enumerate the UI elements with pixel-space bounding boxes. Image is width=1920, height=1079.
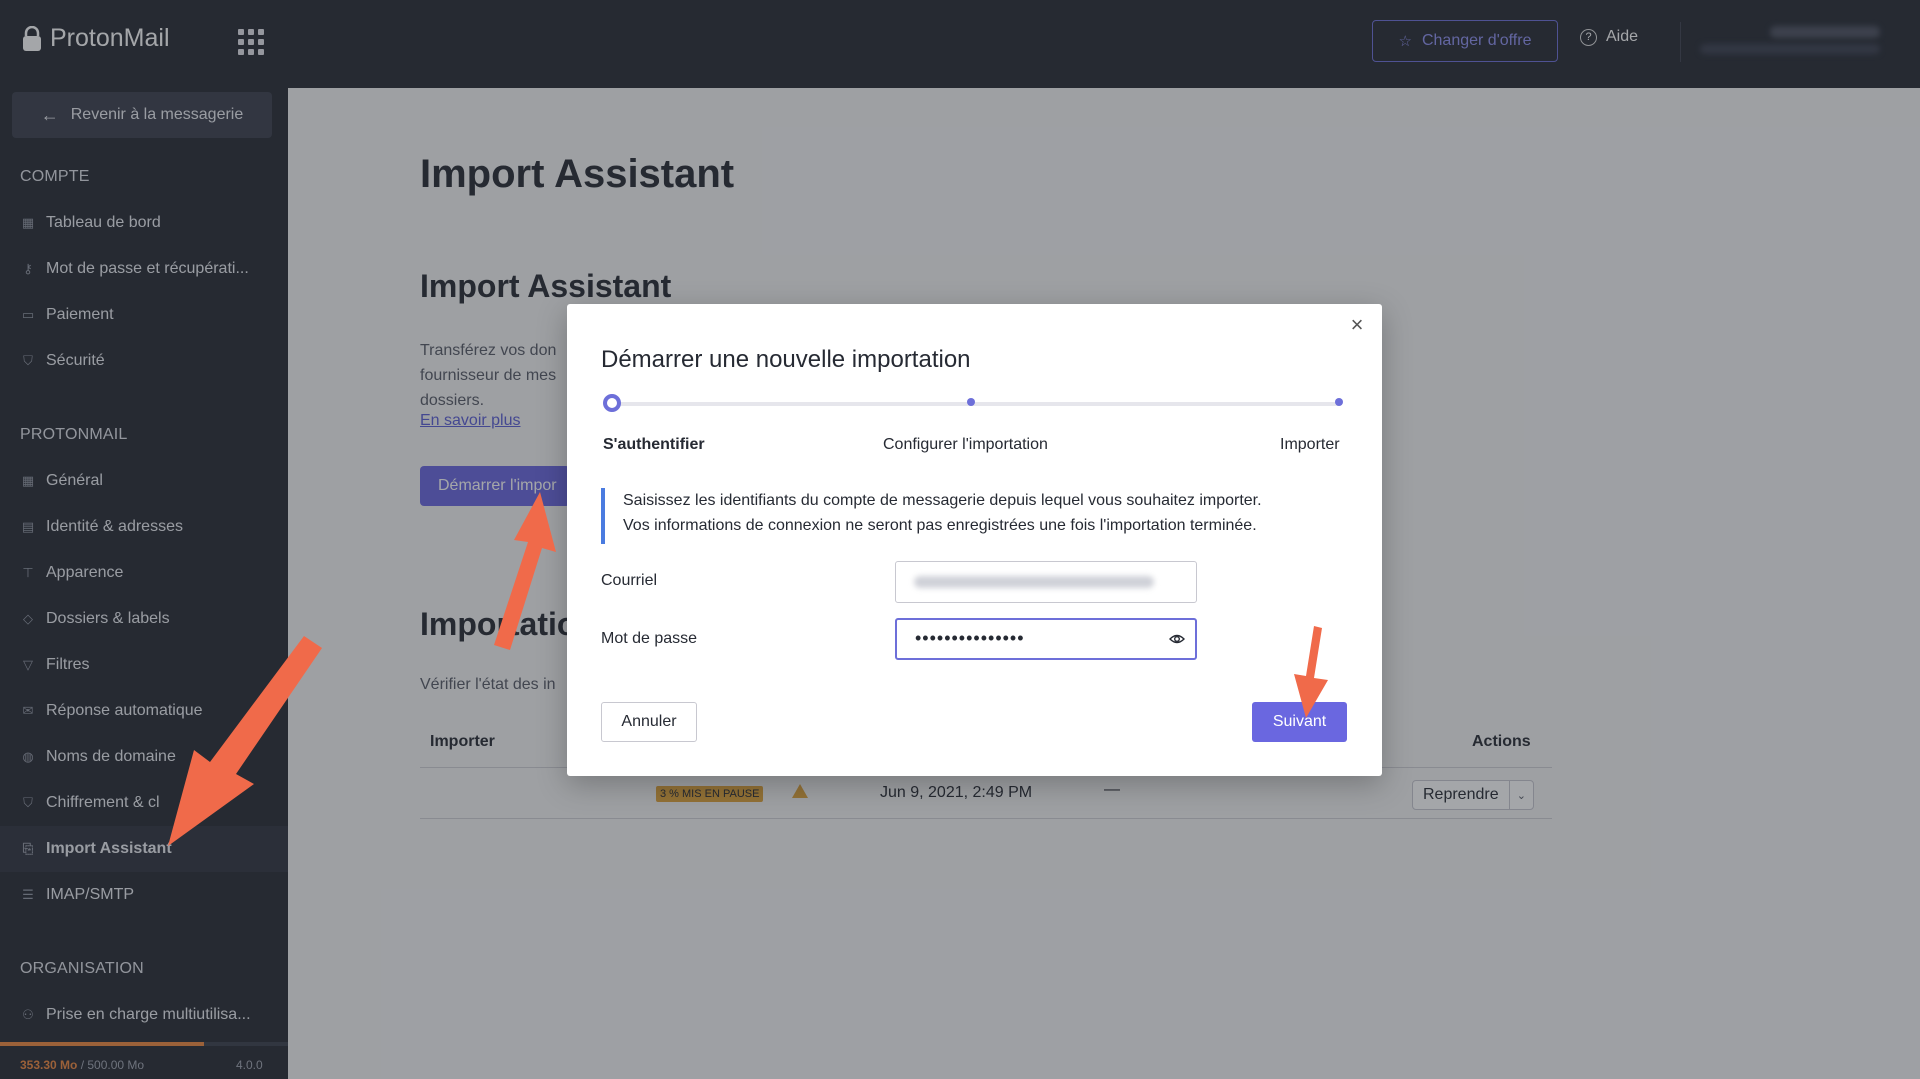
modal-title: Démarrer une nouvelle importation (601, 346, 971, 373)
password-value: ••••••••••••••• (915, 628, 1025, 648)
step-dot-authenticate (603, 394, 621, 412)
close-icon[interactable]: × (1346, 312, 1368, 337)
step-dot-configure (967, 398, 975, 406)
info-line-1: Saisissez les identifiants du compte de … (623, 492, 1262, 509)
import-stepper (603, 394, 1343, 412)
step-label-import: Importer (1280, 436, 1340, 453)
step-label-configure: Configurer l'importation (883, 436, 1048, 453)
eye-icon[interactable] (1169, 632, 1185, 646)
email-field[interactable] (895, 561, 1197, 603)
new-import-modal: × Démarrer une nouvelle importation S'au… (567, 304, 1382, 776)
step-dot-import (1335, 398, 1343, 406)
cancel-button[interactable]: Annuler (601, 702, 697, 742)
password-label: Mot de passe (601, 630, 698, 647)
info-callout: Saisissez les identifiants du compte de … (601, 488, 1347, 544)
password-field[interactable]: ••••••••••••••• (895, 618, 1197, 660)
next-button[interactable]: Suivant (1252, 702, 1347, 742)
email-value-blurred (914, 576, 1154, 588)
step-label-authenticate: S'authentifier (603, 436, 705, 453)
info-line-2: Vos informations de connexion ne seront … (623, 517, 1257, 534)
email-label: Courriel (601, 572, 658, 589)
